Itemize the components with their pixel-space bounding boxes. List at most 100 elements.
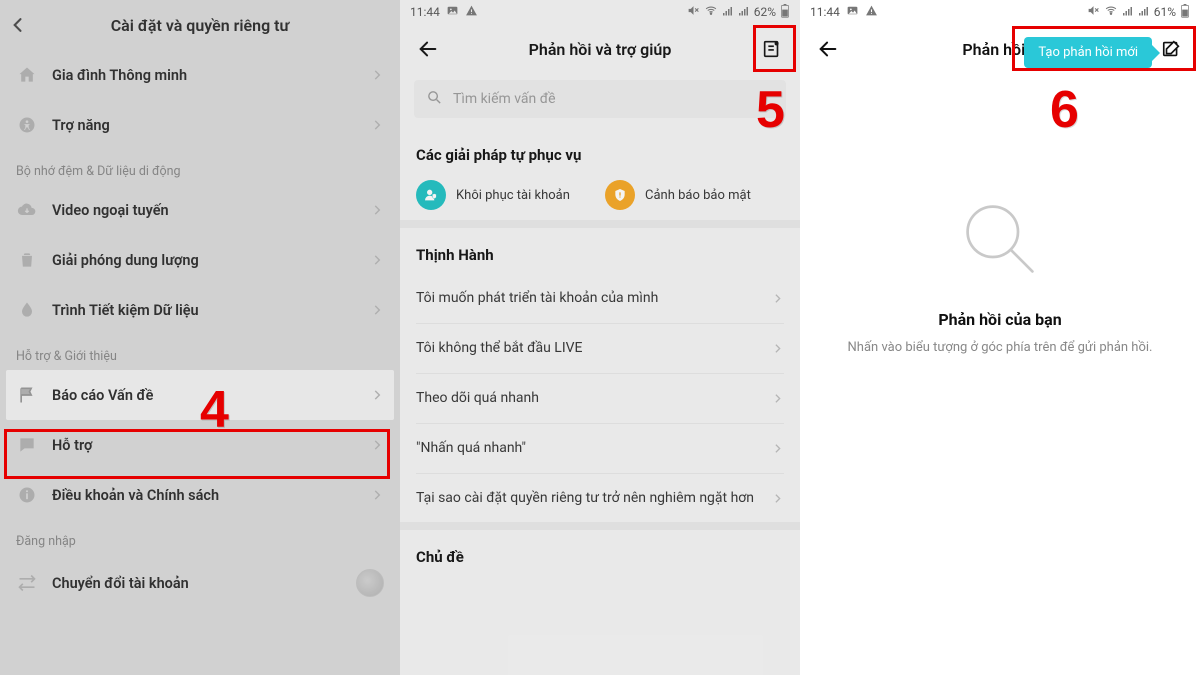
home-icon	[16, 64, 38, 86]
back-button[interactable]	[408, 38, 448, 60]
row-data-saver[interactable]: Trình Tiết kiệm Dữ liệu	[0, 285, 400, 335]
signal-icon	[722, 5, 734, 20]
row-free-space[interactable]: Giải phóng dung lượng	[0, 235, 400, 285]
trend-row[interactable]: Theo dõi quá nhanh	[400, 374, 800, 423]
back-button[interactable]	[8, 15, 48, 35]
status-time: 11:44	[810, 5, 840, 19]
cell-label: Cảnh báo bảo mật	[645, 188, 751, 203]
mute-icon	[1087, 4, 1100, 20]
signal-icon	[738, 5, 750, 20]
step-number: 4	[200, 380, 229, 440]
chevron-right-icon	[771, 392, 784, 405]
section-support: Hỗ trợ & Giới thiệu	[0, 335, 400, 370]
user-shield-icon	[416, 180, 446, 210]
tooltip-new-feedback: Tạo phản hồi mới	[1024, 37, 1152, 68]
feedback-help-panel: 11:44 62% Phản hồi và trợ giúp	[400, 0, 800, 675]
chevron-right-icon	[370, 118, 384, 132]
search-placeholder: Tìm kiếm vấn đề	[453, 91, 556, 107]
back-button[interactable]	[808, 38, 848, 60]
wifi-icon	[1104, 4, 1118, 20]
signal-icon	[1122, 5, 1134, 20]
settings-panel: Cài đặt và quyền riêng tư Gia đình Thông…	[0, 0, 400, 675]
trend-row[interactable]: Tại sao cài đặt quyền riêng tư trở nên n…	[400, 474, 800, 523]
trend-label: Tôi không thể bắt đầu LIVE	[416, 339, 771, 358]
search-input[interactable]: Tìm kiếm vấn đề	[414, 80, 786, 118]
chevron-right-icon	[370, 68, 384, 82]
divider	[400, 220, 800, 228]
signal-icon	[1138, 5, 1150, 20]
image-icon	[846, 4, 859, 20]
chevron-right-icon	[771, 292, 784, 305]
battery-icon	[1180, 4, 1190, 21]
trend-label: Tại sao cài đặt quyền riêng tư trở nên n…	[416, 489, 771, 508]
section-login: Đăng nhập	[0, 520, 400, 555]
trend-label: Tôi muốn phát triển tài khoản của mình	[416, 289, 771, 308]
row-switch-account[interactable]: Chuyển đổi tài khoản	[0, 555, 400, 611]
battery-icon	[780, 4, 790, 21]
mute-icon	[687, 4, 700, 20]
battery-text: 62%	[754, 5, 776, 19]
empty-state: Phản hồi của bạn Nhấn vào biểu tượng ở g…	[800, 74, 1200, 357]
trend-row[interactable]: "Nhấn quá nhanh"	[400, 424, 800, 473]
compose-button[interactable]	[752, 38, 792, 60]
row-label: Điều khoản và Chính sách	[52, 487, 370, 504]
chevron-right-icon	[771, 442, 784, 455]
accessibility-icon	[16, 114, 38, 136]
warning-icon	[465, 4, 478, 20]
switch-icon	[16, 572, 38, 594]
chevron-right-icon	[370, 488, 384, 502]
row-smart-family[interactable]: Gia đình Thông minh	[0, 50, 400, 100]
search-icon	[426, 89, 443, 110]
row-label: Video ngoại tuyến	[52, 202, 370, 219]
info-icon	[16, 484, 38, 506]
status-time: 11:44	[410, 5, 440, 19]
header: Cài đặt và quyền riêng tư	[0, 0, 400, 50]
trend-row[interactable]: Tôi không thể bắt đầu LIVE	[400, 324, 800, 373]
step-number: 5	[756, 80, 785, 140]
section-trending: Thịnh Hành	[400, 228, 800, 274]
row-label: Giải phóng dung lượng	[52, 252, 370, 269]
page-title: Cài đặt và quyền riêng tư	[48, 16, 352, 35]
chevron-right-icon	[771, 342, 784, 355]
warning-icon	[865, 4, 878, 20]
row-accessibility[interactable]: Trợ năng	[0, 100, 400, 150]
chevron-right-icon	[771, 492, 784, 505]
chat-icon	[16, 434, 38, 456]
status-bar: 11:44 62%	[400, 0, 800, 24]
self-serve-grid: Khôi phục tài khoản Cảnh báo bảo mật	[400, 174, 800, 220]
row-label: Chuyển đổi tài khoản	[52, 575, 356, 592]
image-icon	[446, 4, 459, 20]
chevron-right-icon	[370, 253, 384, 267]
drop-icon	[16, 299, 38, 321]
trend-label: "Nhấn quá nhanh"	[416, 439, 771, 458]
row-label: Trợ năng	[52, 117, 370, 134]
step-number: 6	[1050, 80, 1079, 140]
trend-row[interactable]: Tôi muốn phát triển tài khoản của mình	[400, 274, 800, 323]
self-serve-security[interactable]: Cảnh báo bảo mật	[605, 180, 784, 210]
chevron-right-icon	[370, 303, 384, 317]
cloud-down-icon	[16, 199, 38, 221]
chevron-right-icon	[370, 388, 384, 402]
self-serve-recover[interactable]: Khôi phục tài khoản	[416, 180, 595, 210]
status-bar: 11:44 61%	[800, 0, 1200, 24]
chevron-right-icon	[370, 438, 384, 452]
avatar	[356, 569, 384, 597]
row-terms[interactable]: Điều khoản và Chính sách	[0, 470, 400, 520]
section-self-serve: Các giải pháp tự phục vụ	[400, 128, 800, 174]
magnifier-icon	[955, 194, 1045, 284]
divider	[400, 522, 800, 530]
empty-text: Nhấn vào biểu tượng ở góc phía trên để g…	[808, 339, 1193, 357]
trend-label: Theo dõi quá nhanh	[416, 389, 771, 408]
shield-icon	[605, 180, 635, 210]
feedback-empty-panel: 11:44 61% Phản hồi c Tạo ph	[800, 0, 1200, 675]
chevron-right-icon	[370, 203, 384, 217]
page-title: Phản hồi và trợ giúp	[448, 40, 752, 59]
section-cache: Bộ nhớ đệm & Dữ liệu di động	[0, 150, 400, 185]
row-label: Gia đình Thông minh	[52, 67, 370, 84]
wifi-icon	[704, 4, 718, 20]
row-label: Trình Tiết kiệm Dữ liệu	[52, 302, 370, 319]
row-offline-video[interactable]: Video ngoại tuyến	[0, 185, 400, 235]
trash-icon	[16, 249, 38, 271]
cell-label: Khôi phục tài khoản	[456, 188, 570, 203]
flag-icon	[16, 384, 38, 406]
